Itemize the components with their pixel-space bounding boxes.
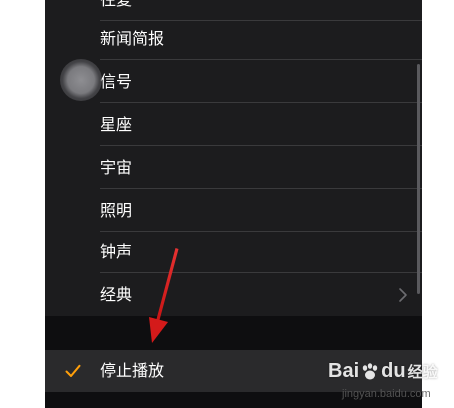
list-item-label: 往复 — [100, 0, 132, 10]
list-item-classic[interactable]: 经典 — [45, 273, 422, 316]
list-item-label: 信号 — [100, 71, 133, 91]
list-item-cosmos[interactable]: 宇宙 — [45, 146, 422, 189]
list-item-chimes[interactable]: 钟声 — [45, 230, 422, 273]
list-item-label: 新闻简报 — [100, 28, 165, 48]
baidu-jingyan-watermark: Bai du 经验 jingyan.baidu.com — [328, 360, 450, 406]
list-item-label: 星座 — [100, 114, 133, 134]
touch-indicator-icon — [60, 59, 102, 101]
list-item-illuminate[interactable]: 照明 — [45, 189, 422, 232]
checkmark-icon — [65, 364, 81, 377]
list-item-label: 钟声 — [100, 241, 133, 261]
scrollbar[interactable] — [417, 64, 420, 294]
alarm-sound-picker: 往复 新闻简报 信号 星座 宇宙 照明 — [45, 0, 422, 408]
list-item-news-brief[interactable]: 新闻简报 — [45, 17, 422, 60]
baidu-logo: Bai du 经验 — [328, 360, 438, 382]
section-separator — [45, 316, 422, 350]
screenshot-frame: 往复 新闻简报 信号 星座 宇宙 照明 — [0, 0, 454, 408]
paw-icon — [362, 362, 378, 380]
list-item-label: 宇宙 — [100, 157, 133, 177]
watermark-url: jingyan.baidu.com — [342, 388, 431, 400]
list-item-label: 照明 — [100, 200, 133, 220]
list-item-constellation[interactable]: 星座 — [45, 103, 422, 146]
chevron-right-icon — [399, 287, 407, 302]
stop-playing-label: 停止播放 — [100, 361, 165, 380]
list-item-label: 经典 — [100, 284, 133, 304]
